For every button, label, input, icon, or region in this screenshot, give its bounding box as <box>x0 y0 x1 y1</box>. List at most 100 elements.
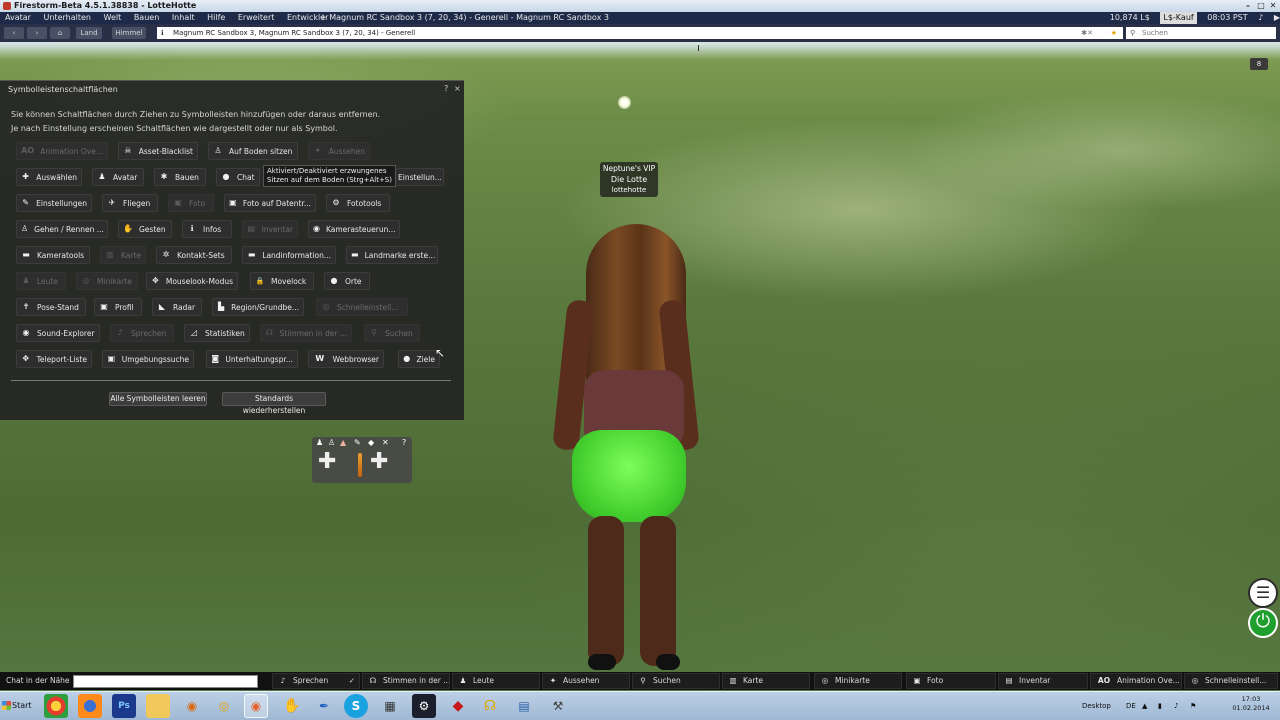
buy-currency-button[interactable]: L$-Kauf <box>1160 12 1197 24</box>
tray-arrow-icon[interactable]: ▲ <box>1142 702 1147 710</box>
language-indicator[interactable]: DE <box>1126 702 1136 710</box>
tb-map[interactable]: ▥ Karte <box>100 246 146 264</box>
tb-places[interactable]: ● Orte <box>324 272 370 290</box>
app-icon[interactable]: ⚒ <box>546 694 570 718</box>
chrome-icon[interactable] <box>44 694 68 718</box>
tb-speak[interactable]: ♪ Sprechen <box>110 324 174 342</box>
tb-walk-run[interactable]: ♙ Gehen / Rennen ... <box>16 220 108 238</box>
tb-sound-explorer[interactable]: ◉ Sound-Explorer <box>16 324 100 342</box>
start-button[interactable]: Start <box>0 693 36 718</box>
tb-radar[interactable]: ◣ Radar <box>152 298 202 316</box>
skype-icon[interactable]: S <box>344 694 368 718</box>
tb-preferences[interactable]: ✎ Einstellungen <box>16 194 92 212</box>
nearby-chat-label[interactable]: Chat in der Nähe <box>6 675 70 687</box>
steam-icon[interactable]: ⚙ <box>412 694 436 718</box>
pen-icon[interactable]: ✒ <box>312 694 336 718</box>
tb-photo[interactable]: ▣ Foto <box>168 194 214 212</box>
user-small-icon[interactable]: ♙ <box>328 438 335 447</box>
menu-bauen[interactable]: Bauen <box>129 12 164 24</box>
tb-select[interactable]: ✚ Auswählen <box>16 168 82 186</box>
home-button[interactable]: ⌂ <box>50 27 70 39</box>
photoshop-icon[interactable]: Ps <box>112 694 136 718</box>
dropdown-arrow-icon[interactable]: ✓ <box>349 674 355 688</box>
orbit-cross-icon[interactable]: ✚ <box>370 451 388 473</box>
tb-chat[interactable]: ● Chat <box>216 168 260 186</box>
pan-cross-icon[interactable]: ✚ <box>318 451 336 473</box>
tb-mouselook[interactable]: ✥ Mouselook-Modus <box>146 272 238 290</box>
bottom-appearance-button[interactable]: ✦ Aussehen <box>542 673 630 689</box>
bottom-quick-settings-button[interactable]: ◎ Schnelleinstell... <box>1184 673 1278 689</box>
tb-fly[interactable]: ✈ Fliegen <box>102 194 158 212</box>
tb-phototools[interactable]: ⚙ Fototools <box>326 194 390 212</box>
taskbar-clock[interactable]: 17:03 01.02.2014 <box>1224 695 1278 713</box>
bottom-search-button[interactable]: ⚲ Suchen <box>632 673 720 689</box>
tb-asset-blacklist[interactable]: ☠ Asset-Blacklist <box>118 142 198 160</box>
info-icon[interactable]: ℹ <box>161 27 164 39</box>
sound-icon[interactable]: ♪ <box>1258 12 1263 24</box>
game-icon[interactable]: ◆ <box>446 694 470 718</box>
bottom-inventory-button[interactable]: ▤ Inventar <box>998 673 1088 689</box>
tray-flag-icon[interactable]: ⚑ <box>1190 702 1196 710</box>
tb-build[interactable]: ✱ Bauen <box>154 168 206 186</box>
bottom-voices-button[interactable]: ☊ Stimmen in der ... <box>362 673 450 689</box>
close-panel-icon[interactable]: × <box>454 84 461 93</box>
help-icon[interactable]: ? <box>444 84 448 93</box>
folder-icon[interactable] <box>146 694 170 718</box>
tray-network-icon[interactable]: ▮ <box>1158 702 1162 710</box>
bottom-photo-button[interactable]: ▣ Foto <box>906 673 996 689</box>
paint-icon[interactable]: ◆ <box>368 438 374 447</box>
bottom-map-button[interactable]: ▥ Karte <box>722 673 810 689</box>
avatar-small-icon[interactable]: ♟ <box>316 438 323 447</box>
menu-erweitert[interactable]: Erweitert <box>233 12 280 24</box>
hand-icon[interactable]: ▲ <box>340 438 346 447</box>
tb-gestures[interactable]: ✋ Gesten <box>118 220 172 238</box>
tb-camera-tools[interactable]: ▬ Kameratools <box>16 246 90 264</box>
chat-input[interactable] <box>73 675 258 688</box>
land-button[interactable]: Land <box>76 27 102 39</box>
tb-people[interactable]: ♟ Leute <box>16 272 66 290</box>
tb-profile[interactable]: ▣ Profil <box>94 298 142 316</box>
tb-camera-controls[interactable]: ◉ Kamerasteuerun... <box>308 220 400 238</box>
menu-avatar[interactable]: Avatar <box>0 12 36 24</box>
bottom-minimap-button[interactable]: ◎ Minikarte <box>814 673 902 689</box>
media-player-icon[interactable]: ◉ <box>180 694 204 718</box>
camera-move-control[interactable]: ♟ ♙ ▲ ✎ ◆ ✕ ? ✚ ✚ <box>312 437 412 483</box>
tb-conversations[interactable]: ◙ Unterhaltungspr... <box>206 350 298 368</box>
close-x-icon[interactable]: ✕ <box>382 438 389 447</box>
tb-search[interactable]: ⚲ Suchen <box>364 324 420 342</box>
menu-inhalt[interactable]: Inhalt <box>167 12 200 24</box>
favorite-star-icon[interactable]: ★ <box>1111 27 1117 39</box>
help-small-icon[interactable]: ? <box>402 438 406 447</box>
tool-icon[interactable]: ✎ <box>354 438 361 447</box>
menu-hilfe[interactable]: Hilfe <box>202 12 230 24</box>
bottom-people-button[interactable]: ♟ Leute <box>452 673 540 689</box>
balance[interactable]: 10,874 L$ <box>1110 12 1150 24</box>
tb-statistics[interactable]: ◿ Statistiken <box>184 324 250 342</box>
tb-movelock[interactable]: 🔒 Movelock <box>250 272 314 290</box>
tb-destinations[interactable]: ● Ziele <box>398 350 440 368</box>
bottom-animation-overrider-button[interactable]: AO Animation Ove... <box>1090 673 1182 689</box>
tb-area-search[interactable]: ▣ Umgebungssuche <box>102 350 194 368</box>
location-status[interactable]: ✈ Magnum RC Sandbox 3 (7, 20, 34) - Gene… <box>320 12 609 24</box>
tb-minimap[interactable]: ◎ Minikarte <box>76 272 138 290</box>
firestorm-taskbar-icon[interactable]: ◉ <box>244 694 268 718</box>
location-input[interactable]: ℹ Magnum RC Sandbox 3, Magnum RC Sandbox… <box>157 27 1123 39</box>
tb-teleport-history[interactable]: ✥ Teleport-Liste <box>16 350 92 368</box>
maximize-icon[interactable]: □ <box>1256 1 1266 11</box>
vlc-like-icon[interactable]: ◎ <box>212 694 236 718</box>
tb-sit-on-ground[interactable]: ♙ Auf Boden sitzen <box>208 142 298 160</box>
tb-land-info[interactable]: ▬ Landinformation... <box>242 246 336 264</box>
minimize-icon[interactable]: – <box>1243 1 1253 11</box>
back-button[interactable]: ‹ <box>4 27 24 39</box>
zoom-slider[interactable] <box>358 453 362 477</box>
headphones-icon[interactable]: ☊ <box>478 694 502 718</box>
tb-create-landmark[interactable]: ▬ Landmarke erste... <box>346 246 438 264</box>
monitor-icon[interactable]: ▤ <box>512 694 536 718</box>
paw-icon[interactable]: ✋ <box>280 694 304 718</box>
tray-volume-icon[interactable]: ♪ <box>1174 702 1178 710</box>
tb-voices[interactable]: ☊ Stimmen in der ... <box>260 324 352 342</box>
tb-web-browser[interactable]: W Webbrowser <box>308 350 384 368</box>
tb-appearance[interactable]: ✦ Aussehen <box>308 142 370 160</box>
tb-quick-settings[interactable]: ◎ Schnelleinstell... <box>316 298 408 316</box>
media-icon[interactable]: ▶ <box>1274 12 1280 24</box>
